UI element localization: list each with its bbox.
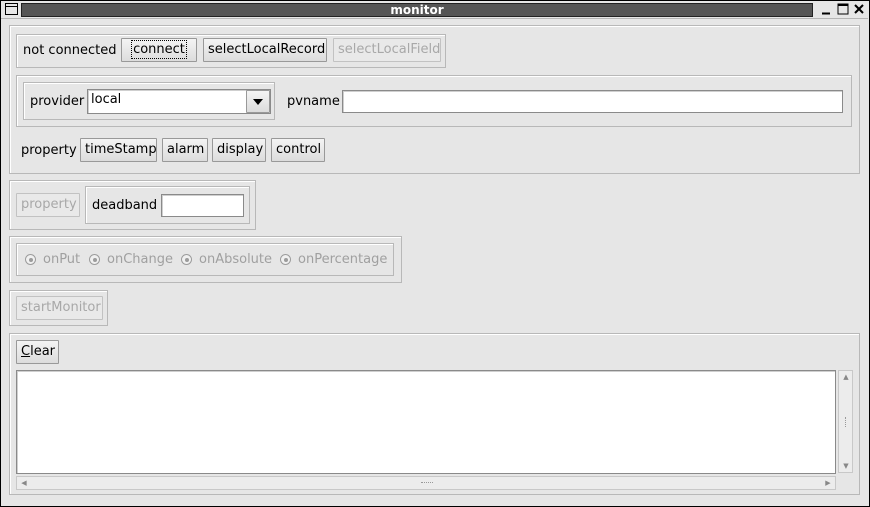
window-title: monitor	[21, 3, 813, 17]
pvname-input[interactable]	[342, 90, 843, 113]
start-monitor-button: startMonitor	[16, 296, 103, 320]
scroll-thumb-grip-h-icon[interactable]	[421, 482, 433, 484]
select-local-record-button[interactable]: selectLocalRecord	[203, 38, 327, 62]
provider-dropdown-button[interactable]	[246, 90, 270, 113]
maximize-icon[interactable]	[836, 3, 850, 16]
chevron-down-icon	[253, 99, 263, 105]
scroll-left-icon[interactable]: ◀	[19, 479, 29, 487]
deadband-input[interactable]	[161, 194, 244, 217]
minimize-icon[interactable]	[819, 3, 833, 16]
on-change-label: onChange	[107, 252, 173, 267]
clear-button[interactable]: Clear	[16, 340, 59, 364]
deadband-label: deadband	[92, 198, 158, 213]
close-icon[interactable]	[852, 3, 866, 16]
display-button[interactable]: display	[212, 138, 266, 162]
scroll-thumb-grip-icon[interactable]	[845, 417, 847, 427]
horizontal-scrollbar[interactable]: ◀ ▶	[16, 476, 836, 490]
select-local-field-button: selectLocalField	[333, 38, 441, 62]
alarm-button[interactable]: alarm	[162, 138, 208, 162]
on-percentage-radio[interactable]	[280, 254, 291, 265]
provider-value: local	[91, 92, 122, 107]
on-change-radio[interactable]	[89, 254, 100, 265]
connection-status: not connected	[23, 43, 117, 58]
deadband-property-button: property	[16, 193, 80, 217]
on-put-label: onPut	[43, 252, 81, 267]
property-label: property	[21, 143, 77, 158]
scroll-down-icon[interactable]: ▼	[841, 462, 851, 470]
scroll-up-icon[interactable]: ▲	[841, 373, 851, 381]
on-put-radio[interactable]	[25, 254, 36, 265]
provider-label: provider	[30, 94, 85, 109]
provider-select[interactable]: local	[87, 89, 271, 114]
connect-button[interactable]: connect	[121, 38, 197, 62]
scroll-right-icon[interactable]: ▶	[823, 479, 833, 487]
timestamp-button[interactable]: timeStamp	[80, 138, 157, 162]
vertical-scrollbar[interactable]: ▲ ▼	[838, 370, 853, 473]
control-button[interactable]: control	[271, 138, 325, 162]
on-absolute-radio[interactable]	[181, 254, 192, 265]
window-menu-icon[interactable]	[4, 3, 18, 16]
output-text-area[interactable]	[16, 370, 836, 474]
on-absolute-label: onAbsolute	[199, 252, 273, 267]
on-percentage-label: onPercentage	[298, 252, 388, 267]
pvname-label: pvname	[287, 94, 340, 109]
